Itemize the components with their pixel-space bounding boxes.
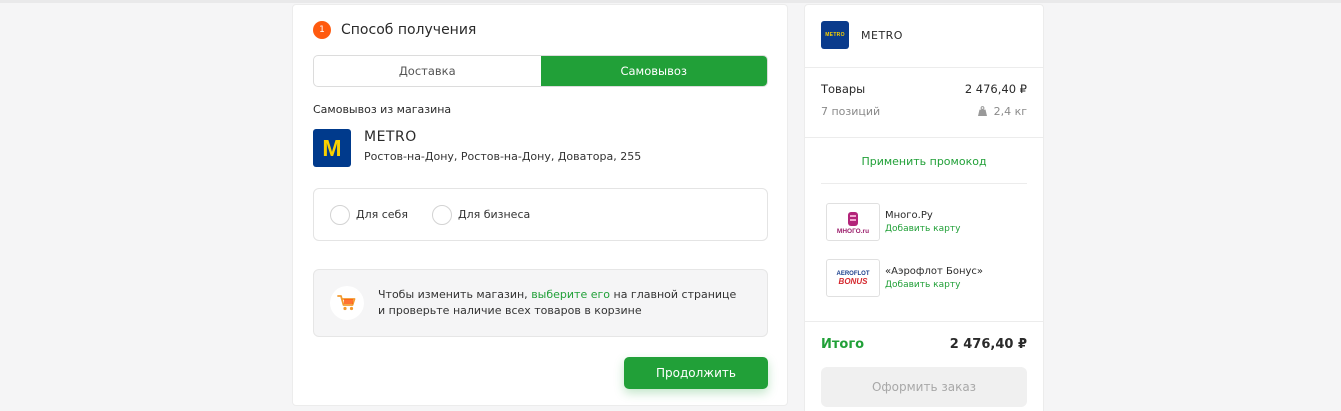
radio-option-personal[interactable]: Для себя	[330, 204, 408, 225]
metro-logo-letter: M	[322, 134, 342, 161]
loyalty-aeroflot-bonus: AEROFLOT BONUS «Аэрофлот Бонус» Добавить…	[826, 259, 983, 297]
top-border	[0, 0, 1341, 3]
radio-label-personal: Для себя	[356, 208, 408, 221]
total-row: Итого 2 476,40 ₽	[821, 337, 1027, 352]
goods-label: Товары	[821, 82, 866, 96]
mnogo-ru-logo: МНОГО.ru	[826, 203, 880, 241]
shopping-cart-icon	[330, 286, 364, 320]
weight-icon	[977, 106, 987, 116]
radio-personal[interactable]	[330, 204, 350, 225]
selected-store: M METRO Ростов-на-Дону, Ростов-на-Дону, …	[313, 129, 641, 167]
divider	[805, 67, 1043, 68]
delivery-method-switch: Доставка Самовывоз	[313, 55, 768, 87]
goods-row: Товары 2 476,40 ₽	[821, 82, 1027, 96]
total-value: 2 476,40 ₽	[949, 337, 1027, 352]
notice-text: Чтобы изменить магазин, выберите его на …	[378, 288, 737, 317]
loyalty-mnogo-ru: МНОГО.ru Много.Ру Добавить карту	[826, 203, 960, 241]
choose-store-link[interactable]: выберите его	[531, 288, 610, 301]
store-address: Ростов-на-Дону, Ростов-на-Дону, Доватора…	[364, 150, 642, 163]
divider	[805, 137, 1043, 138]
aeroflot-bonus-logo: AEROFLOT BONUS	[826, 259, 880, 297]
loyalty-name: «Аэрофлот Бонус»	[885, 266, 984, 277]
buyer-type-group: Для себя Для бизнеса	[313, 188, 768, 241]
radio-business[interactable]	[431, 204, 452, 225]
mnogo-ru-icon	[848, 211, 858, 226]
divider	[805, 321, 1043, 322]
change-store-notice: Чтобы изменить магазин, выберите его на …	[313, 269, 768, 337]
summary-store-name: METRO	[861, 28, 903, 42]
pickup-label: Самовывоз из магазина	[313, 103, 452, 116]
radio-label-business: Для бизнеса	[457, 208, 531, 221]
tab-pickup[interactable]: Самовывоз	[540, 56, 767, 86]
add-card-link[interactable]: Добавить карту	[885, 280, 983, 290]
weight-value: 2,4 кг	[993, 105, 1027, 118]
radio-option-business[interactable]: Для бизнеса	[431, 204, 531, 225]
step-title: Способ получения	[341, 22, 477, 38]
weight: 2,4 кг	[977, 105, 1027, 118]
step-number-badge: 1	[313, 21, 331, 39]
tab-delivery[interactable]: Доставка	[314, 56, 541, 86]
store-name: METRO	[364, 129, 417, 145]
metro-logo-small: METRO	[821, 21, 849, 49]
continue-button[interactable]: Продолжить	[624, 357, 768, 389]
delivery-method-card: 1 Способ получения Доставка Самовывоз Са…	[292, 4, 788, 406]
total-label: Итого	[821, 337, 865, 352]
positions-count: 7 позиций	[821, 105, 881, 118]
order-summary-card: METRO METRO Товары 2 476,40 ₽ 7 позиций …	[804, 4, 1044, 411]
step-header: 1 Способ получения	[313, 21, 476, 39]
goods-value: 2 476,40 ₽	[964, 82, 1027, 96]
add-card-link[interactable]: Добавить карту	[885, 224, 960, 234]
loyalty-name: Много.Ру	[885, 210, 933, 221]
positions-row: 7 позиций 2,4 кг	[821, 105, 1027, 118]
apply-promo-link[interactable]: Применить промокод	[821, 155, 1027, 168]
divider	[821, 183, 1027, 184]
metro-logo: M	[313, 129, 351, 167]
summary-store: METRO METRO	[821, 21, 903, 49]
checkout-button[interactable]: Оформить заказ	[821, 367, 1027, 407]
